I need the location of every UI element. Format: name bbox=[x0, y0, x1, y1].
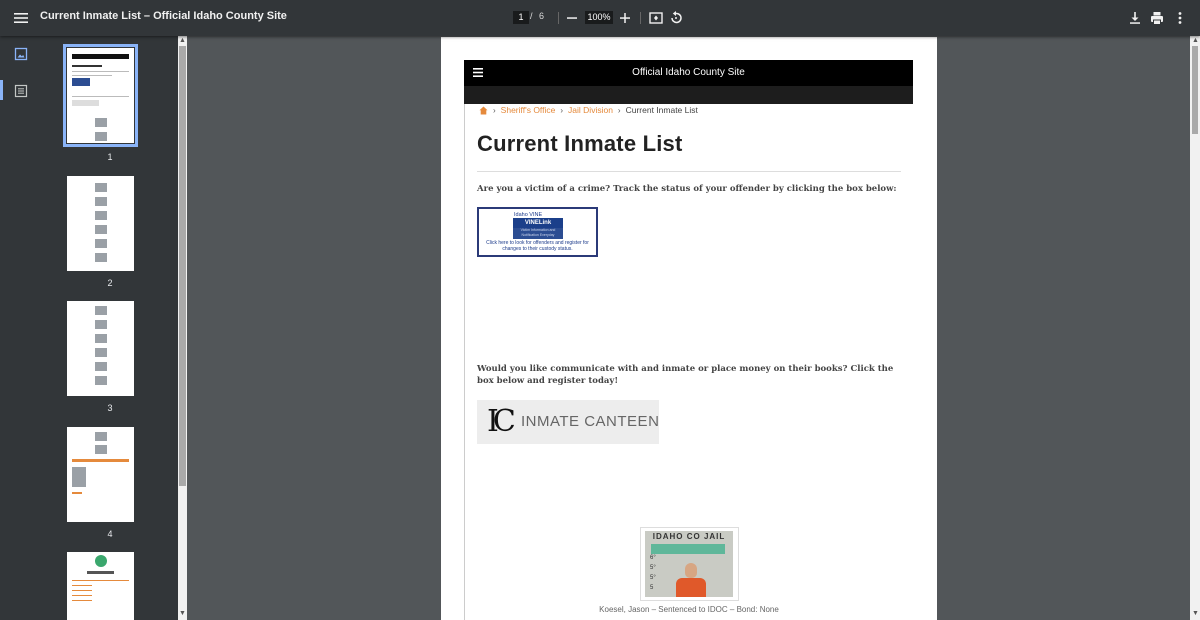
page-title: Current Inmate List bbox=[477, 131, 683, 156]
download-icon[interactable] bbox=[1126, 9, 1144, 27]
pdf-page: Official Idaho County Site › Sheriff's O… bbox=[441, 37, 937, 620]
chevron-right-icon: › bbox=[493, 105, 496, 115]
inmate-caption: Koesel, Jason – Sentenced to IDOC – Bond… bbox=[599, 605, 779, 614]
scroll-down-icon[interactable]: ▼ bbox=[1192, 610, 1199, 618]
victim-prompt: Are you a victim of a crime? Track the s… bbox=[477, 184, 897, 194]
person-head bbox=[685, 563, 697, 578]
person-body bbox=[676, 578, 706, 597]
home-icon[interactable] bbox=[479, 106, 488, 115]
fit-page-icon[interactable] bbox=[647, 9, 665, 27]
site-name[interactable]: Official Idaho County Site bbox=[464, 67, 913, 78]
height-mark: 5° bbox=[650, 575, 656, 581]
page-number-input[interactable]: 1 bbox=[513, 11, 529, 24]
chevron-right-icon: › bbox=[617, 105, 621, 115]
page-thumbnail-5[interactable] bbox=[67, 552, 134, 620]
chevron-right-icon: › bbox=[560, 105, 564, 115]
breadcrumb-sheriffs-office[interactable]: Sheriff's Office bbox=[501, 105, 556, 115]
scroll-up-icon[interactable]: ▲ bbox=[1192, 37, 1199, 45]
zoom-level-input[interactable]: 100% bbox=[585, 11, 613, 24]
outline-view-icon[interactable] bbox=[14, 84, 28, 98]
scrollbar-thumb[interactable] bbox=[1192, 46, 1198, 134]
page-thumbnail-4[interactable] bbox=[67, 427, 134, 522]
thumbnail-scrollbar[interactable]: ▲ ▼ bbox=[178, 36, 187, 620]
page-total: 6 bbox=[539, 11, 545, 21]
pdf-toolbar: Current Inmate List – Official Idaho Cou… bbox=[0, 0, 1200, 36]
document-scrollbar[interactable]: ▲ ▼ bbox=[1190, 36, 1200, 620]
print-icon[interactable] bbox=[1148, 9, 1166, 27]
toolbar-divider bbox=[558, 12, 559, 24]
canteen-logo-text: INMATE CANTEEN bbox=[521, 413, 660, 430]
vinelink-logo: VINELink bbox=[513, 218, 563, 228]
title-divider bbox=[477, 171, 901, 172]
page-thumbnail-2[interactable] bbox=[67, 176, 134, 271]
page-separator: / bbox=[530, 11, 533, 21]
page-thumbnail-1[interactable] bbox=[63, 44, 138, 147]
scrollbar-thumb[interactable] bbox=[179, 46, 186, 486]
thumbnail-label: 3 bbox=[107, 403, 113, 413]
zoom-in-icon[interactable] bbox=[616, 9, 634, 27]
site-header: Official Idaho County Site bbox=[464, 60, 913, 104]
rotate-icon[interactable] bbox=[667, 9, 685, 27]
vinelink-banner[interactable]: Idaho VINE VINELink Victim Information a… bbox=[477, 207, 598, 257]
thumbnail-label: 1 bbox=[107, 152, 113, 162]
breadcrumb-current: Current Inmate List bbox=[625, 105, 698, 115]
thumbnail-label: 4 bbox=[107, 529, 113, 539]
height-mark: 5 bbox=[650, 585, 654, 591]
canteen-prompt: Would you like communicate with and inma… bbox=[477, 364, 894, 386]
page-left-border bbox=[464, 60, 465, 620]
scroll-down-icon[interactable]: ▼ bbox=[179, 610, 186, 618]
thumbnail-view-icon[interactable] bbox=[14, 47, 28, 61]
jail-sign: IDAHO CO JAIL bbox=[652, 532, 726, 541]
document-title: Current Inmate List – Official Idaho Cou… bbox=[40, 10, 287, 22]
vine-subtitle: Victim Information and Notification Ever… bbox=[513, 228, 563, 239]
toolbar-divider bbox=[640, 12, 641, 24]
scroll-up-icon[interactable]: ▲ bbox=[179, 37, 186, 45]
breadcrumb-jail-division[interactable]: Jail Division bbox=[568, 105, 613, 115]
menu-icon[interactable] bbox=[12, 9, 30, 27]
more-icon[interactable] bbox=[1171, 9, 1189, 27]
header-banner bbox=[464, 86, 913, 104]
page-thumbnail-3[interactable] bbox=[67, 301, 134, 396]
sidebar-rail bbox=[0, 36, 42, 620]
thumbnail-panel: 1 2 3 4 bbox=[42, 36, 178, 620]
vine-caption: Click here to look for offenders and reg… bbox=[486, 240, 589, 252]
canteen-logo-mark: IC bbox=[487, 404, 516, 439]
height-mark: 5° bbox=[650, 565, 656, 571]
height-mark: 6° bbox=[650, 555, 656, 561]
inmate-canteen-banner[interactable]: IC INMATE CANTEEN bbox=[477, 400, 659, 444]
inmate-photo[interactable]: IDAHO CO JAIL 6° 5° 5° 5 bbox=[640, 527, 739, 601]
sign-bar bbox=[651, 544, 725, 554]
zoom-out-icon[interactable] bbox=[563, 9, 581, 27]
active-view-indicator bbox=[0, 80, 3, 100]
mugshot-image: IDAHO CO JAIL 6° 5° 5° 5 bbox=[645, 531, 733, 597]
breadcrumb: › Sheriff's Office › Jail Division › Cur… bbox=[479, 105, 698, 115]
thumbnail-label: 2 bbox=[107, 278, 113, 288]
